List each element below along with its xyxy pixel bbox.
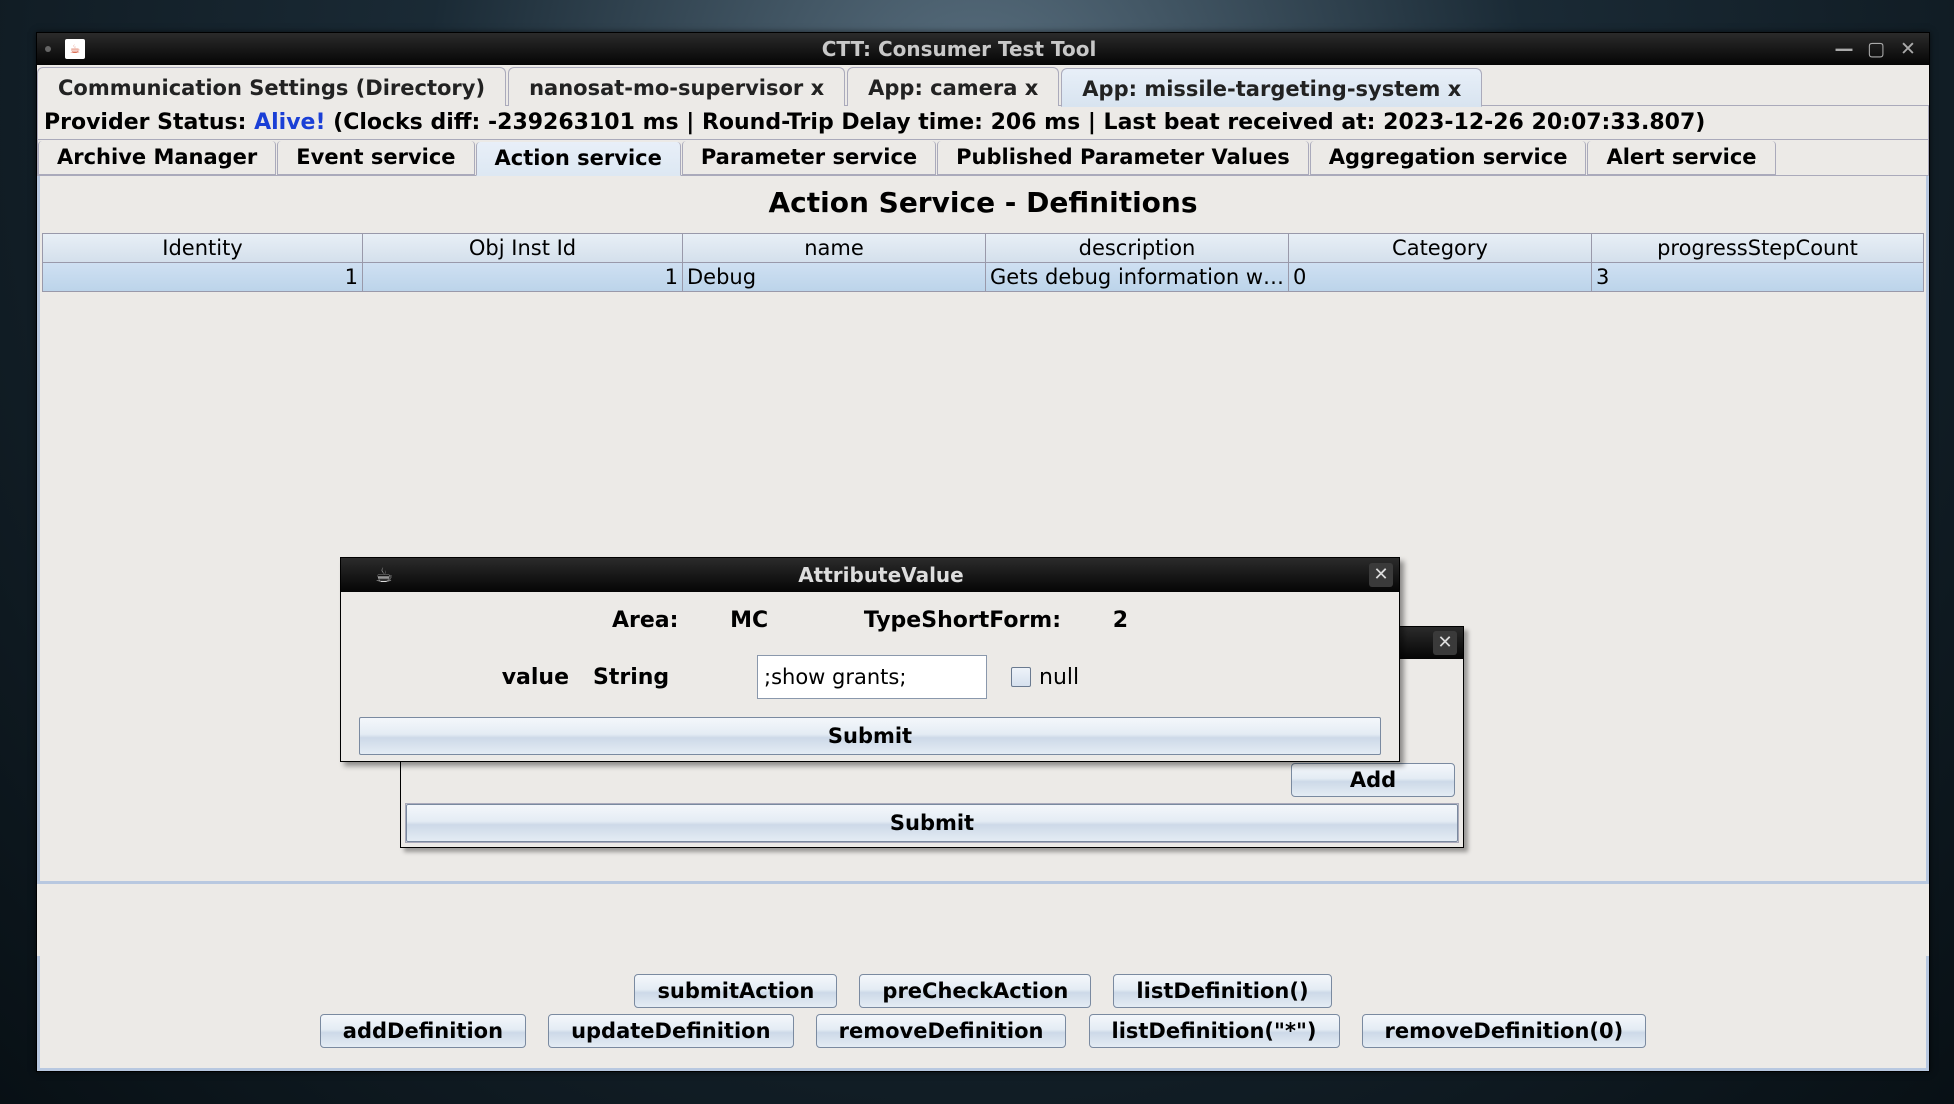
close-icon[interactable]: ✕: [1369, 563, 1393, 587]
status-prefix: Provider Status:: [44, 110, 254, 135]
panel-heading: Action Service - Definitions: [40, 176, 1926, 233]
cell-progress: 3: [1592, 263, 1923, 291]
tab-comm-settings[interactable]: Communication Settings (Directory): [37, 67, 506, 106]
bottom-actions: submitAction preCheckAction listDefiniti…: [37, 956, 1929, 1071]
col-objinst[interactable]: Obj Inst Id: [363, 234, 683, 262]
col-category[interactable]: Category: [1289, 234, 1592, 262]
tab-app-missile[interactable]: App: missile-targeting-system x: [1061, 68, 1482, 107]
main-window: ☕ CTT: Consumer Test Tool — ▢ ✕ Communic…: [36, 32, 1930, 1072]
cell-identity: 1: [43, 263, 363, 291]
provider-status: Provider Status: Alive! (Clocks diff: -2…: [37, 106, 1929, 140]
tab-published-values[interactable]: Published Parameter Values: [937, 141, 1309, 175]
tsf-label: TypeShortForm:: [864, 608, 1069, 633]
update-definition-button[interactable]: updateDefinition: [548, 1014, 793, 1048]
tab-alert-service[interactable]: Alert service: [1587, 141, 1775, 175]
attribute-dialog-title: AttributeValue: [393, 563, 1369, 587]
java-icon: ☕: [65, 39, 85, 59]
action-service-panel: Action Service - Definitions Identity Ob…: [37, 176, 1929, 884]
java-icon: ☕: [375, 563, 393, 587]
cell-category: 0: [1289, 263, 1592, 291]
minimize-icon[interactable]: —: [1833, 38, 1855, 60]
tsf-value: 2: [1113, 608, 1128, 633]
add-button[interactable]: Add: [1291, 763, 1455, 797]
status-alive: Alive!: [254, 110, 325, 135]
top-tabs: Communication Settings (Directory) nanos…: [37, 65, 1929, 106]
value-input[interactable]: [757, 655, 987, 699]
tab-app-camera[interactable]: App: camera x: [847, 67, 1059, 106]
tab-aggregation-service[interactable]: Aggregation service: [1310, 141, 1587, 175]
definitions-table: Identity Obj Inst Id name description Ca…: [42, 233, 1924, 292]
list-definition-star-button[interactable]: listDefinition("*"): [1089, 1014, 1340, 1048]
submit-action-button[interactable]: submitAction: [634, 974, 837, 1008]
add-definition-button[interactable]: addDefinition: [320, 1014, 526, 1048]
attribute-value-dialog: ☕ AttributeValue ✕ Area: MC TypeShortFor…: [340, 557, 1400, 762]
tab-action-service[interactable]: Action service: [476, 142, 681, 176]
cell-objinst: 1: [363, 263, 683, 291]
menu-dot-icon: [45, 46, 51, 52]
back-submit-button[interactable]: Submit: [406, 804, 1458, 842]
service-tabs: Archive Manager Event service Action ser…: [37, 140, 1929, 176]
remove-definition-zero-button[interactable]: removeDefinition(0): [1362, 1014, 1647, 1048]
tab-event-service[interactable]: Event service: [277, 141, 474, 175]
attribute-meta: Area: MC TypeShortForm: 2: [359, 602, 1381, 651]
main-titlebar[interactable]: ☕ CTT: Consumer Test Tool — ▢ ✕: [37, 33, 1929, 65]
maximize-icon[interactable]: ▢: [1865, 38, 1887, 60]
remove-definition-button[interactable]: removeDefinition: [816, 1014, 1067, 1048]
status-details: (Clocks diff: -239263101 ms | Round-Trip…: [326, 110, 1706, 135]
col-identity[interactable]: Identity: [43, 234, 363, 262]
attribute-submit-button[interactable]: Submit: [359, 717, 1381, 755]
tab-nanosat-supervisor[interactable]: nanosat-mo-supervisor x: [508, 67, 845, 106]
attribute-dialog-titlebar[interactable]: ☕ AttributeValue ✕: [341, 558, 1399, 592]
null-label: null: [1039, 665, 1079, 690]
col-name[interactable]: name: [683, 234, 986, 262]
cell-description: Gets debug information wi...: [986, 263, 1289, 291]
tab-archive-manager[interactable]: Archive Manager: [38, 141, 276, 175]
checkbox-icon: [1011, 667, 1031, 687]
null-checkbox[interactable]: null: [1011, 665, 1079, 690]
type-label: String: [593, 665, 733, 690]
tab-parameter-service[interactable]: Parameter service: [682, 141, 936, 175]
col-progress[interactable]: progressStepCount: [1592, 234, 1923, 262]
area-label: Area:: [612, 608, 686, 633]
cell-name: Debug: [683, 263, 986, 291]
precheck-action-button[interactable]: preCheckAction: [859, 974, 1091, 1008]
window-title: CTT: Consumer Test Tool: [85, 37, 1833, 61]
area-value: MC: [730, 608, 768, 633]
list-definition-empty-button[interactable]: listDefinition(): [1113, 974, 1331, 1008]
value-label: value: [479, 665, 569, 690]
close-icon[interactable]: ✕: [1433, 631, 1457, 655]
col-description[interactable]: description: [986, 234, 1289, 262]
table-row[interactable]: 1 1 Debug Gets debug information wi... 0…: [43, 263, 1923, 291]
close-icon[interactable]: ✕: [1897, 38, 1919, 60]
